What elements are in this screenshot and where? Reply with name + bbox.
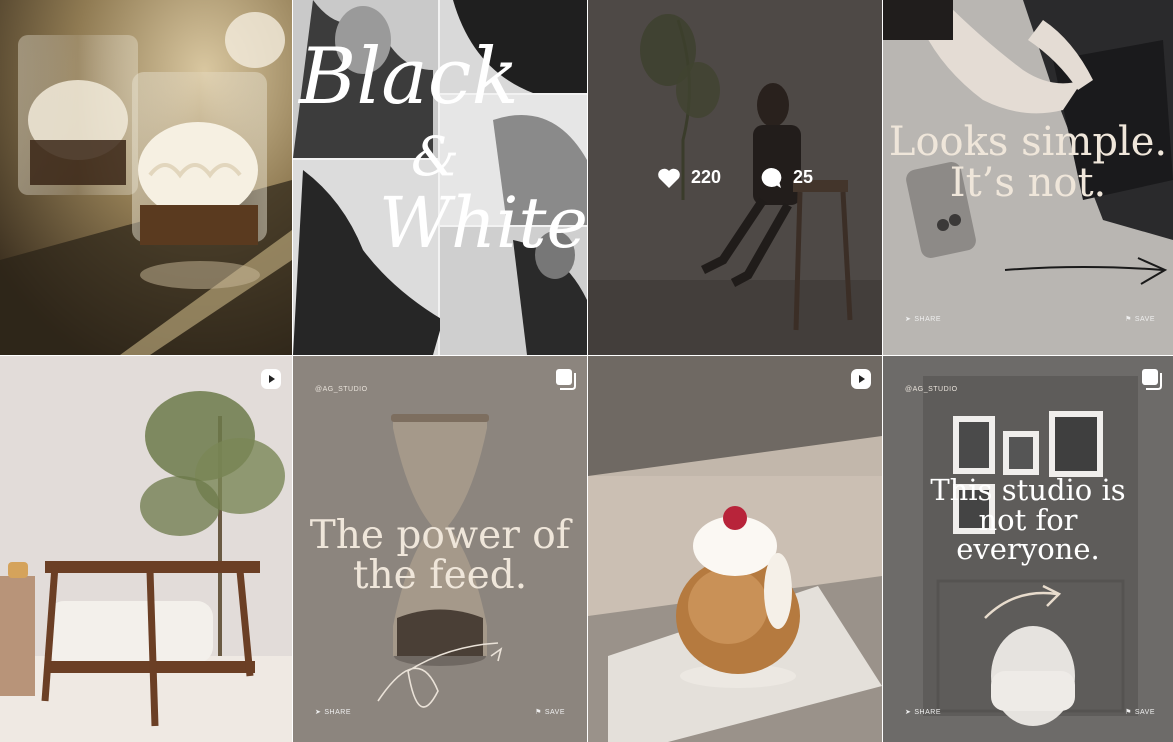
headline-studio: This studio is not for everyone. <box>883 473 1173 567</box>
post-stats: 220 25 <box>588 0 882 355</box>
share-hint: ➤ SHARE <box>905 315 941 324</box>
headline-line-2: It’s not. <box>949 159 1107 206</box>
reel-icon <box>851 369 871 389</box>
share-hint-label: SHARE <box>914 708 941 716</box>
post-tile-looks-simple[interactable]: Looks simple. It’s not. ➤ SHARE ⚑ SAVE <box>883 0 1173 355</box>
bookmark-icon: ⚑ <box>1125 316 1132 323</box>
headline-power-of-feed: The power of the feed. <box>293 516 587 596</box>
post-image-armchair-room <box>0 356 292 742</box>
post-tile-studio-not-for-everyone[interactable]: @AG_STUDIO This studio is not for everyo… <box>883 356 1173 742</box>
headline-line-3: everyone. <box>956 532 1100 567</box>
post-tile-reel-pastry[interactable] <box>588 356 882 742</box>
carousel-icon <box>556 369 576 390</box>
bookmark-icon: ⚑ <box>1125 709 1132 716</box>
comment-bubble-icon <box>761 167 782 188</box>
post-tile-black-and-white[interactable]: Black & White <box>293 0 587 355</box>
save-hint-label: SAVE <box>1134 315 1155 323</box>
save-hint-label: SAVE <box>1134 708 1155 716</box>
likes-count: 220 <box>690 167 721 187</box>
post-image-dessert-cups <box>0 0 292 355</box>
post-tile-reel-armchair[interactable] <box>0 356 292 742</box>
headline-looks-simple: Looks simple. It’s not. <box>883 122 1173 204</box>
post-tile-dessert-cups[interactable] <box>0 0 292 355</box>
post-image-cream-pastry <box>588 356 882 742</box>
share-hint: ➤ SHARE <box>315 708 351 717</box>
script-title-ampersand: & <box>411 125 460 188</box>
save-hint-label: SAVE <box>544 708 565 716</box>
send-icon: ➤ <box>905 316 912 323</box>
headline-line-2: the feed. <box>352 552 528 598</box>
comments-stat: 25 <box>759 167 813 189</box>
heart-icon <box>658 168 680 188</box>
headline-line-1: Looks simple. <box>888 119 1168 165</box>
send-icon: ➤ <box>315 709 322 716</box>
send-icon: ➤ <box>905 709 912 716</box>
account-handle: @AG_STUDIO <box>315 386 368 393</box>
carousel-icon <box>1142 369 1162 390</box>
share-hint-label: SHARE <box>324 708 351 716</box>
share-hint: ➤ SHARE <box>905 708 941 717</box>
post-tile-power-of-feed[interactable]: @AG_STUDIO The power of the feed. ➤ SHAR… <box>293 356 587 742</box>
script-title-white: White <box>379 182 587 264</box>
likes-stat: 220 <box>657 167 721 189</box>
profile-post-grid: Black & White 220 25 Looks simple. It’s … <box>0 0 1173 742</box>
post-tile-woman-chair[interactable]: 220 25 <box>588 0 882 355</box>
share-hint-label: SHARE <box>914 315 941 323</box>
save-hint: ⚑ SAVE <box>535 708 565 717</box>
bookmark-icon: ⚑ <box>535 709 542 716</box>
account-handle: @AG_STUDIO <box>905 386 958 393</box>
save-hint: ⚑ SAVE <box>1125 315 1155 324</box>
headline-line-1: The power of <box>309 513 571 558</box>
headline-line-1: This studio is <box>930 473 1126 507</box>
reel-icon <box>261 369 281 389</box>
save-hint: ⚑ SAVE <box>1125 708 1155 717</box>
comments-count: 25 <box>793 167 814 187</box>
headline-line-2: not for <box>978 502 1078 537</box>
script-title-black: Black <box>299 32 519 122</box>
